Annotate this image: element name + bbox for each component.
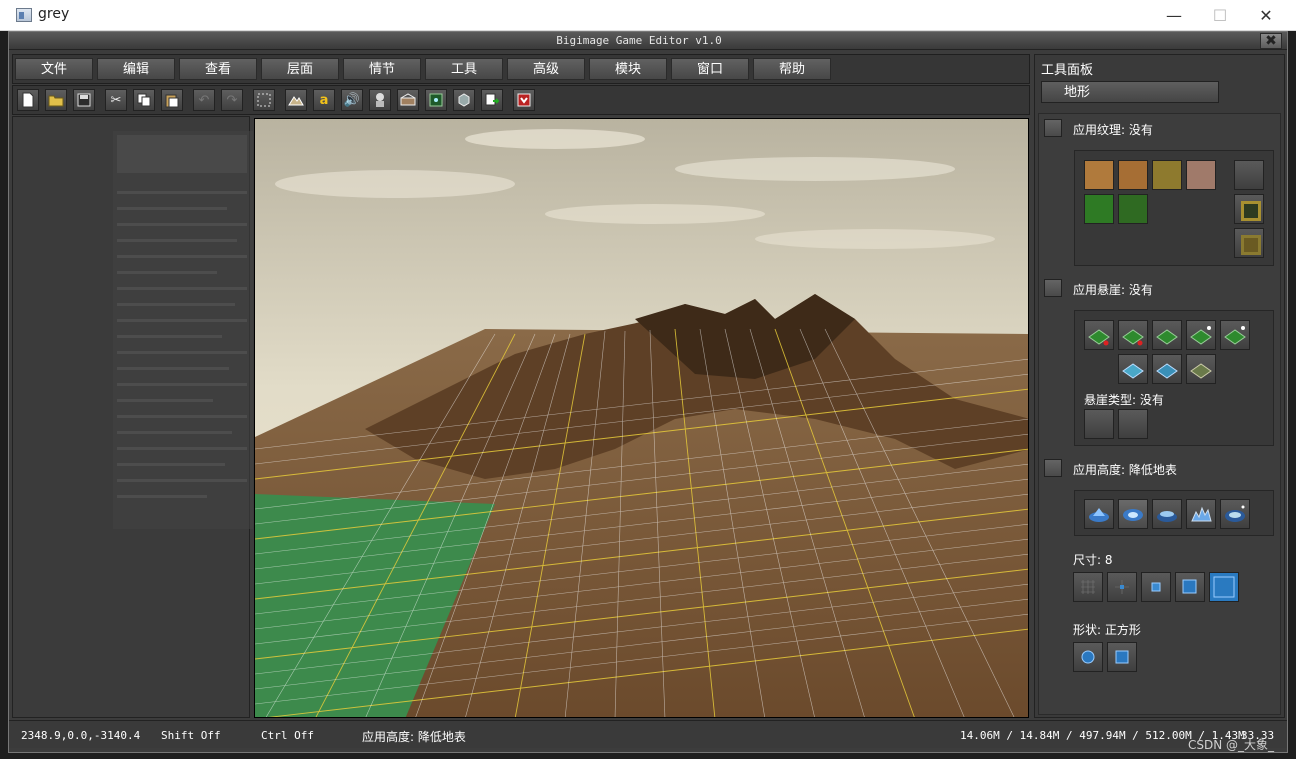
copy-icon[interactable] [133,89,155,111]
toolbar: ✂ ↶ ↷ a 🔊 [12,85,1030,115]
menu-help[interactable]: 帮助 [753,58,831,80]
menu-bar: 文件 编辑 查看 层面 情节 工具 高级 模块 窗口 帮助 [12,54,1030,84]
text-tool-icon[interactable]: a [313,89,335,111]
status-ctrl: Ctrl Off [261,729,314,742]
size-5-icon[interactable] [1209,572,1239,602]
select-region-icon[interactable] [253,89,275,111]
save-icon[interactable] [73,89,95,111]
texture-frame-icon[interactable] [1234,194,1264,224]
tool-panel-title: 工具面板 [1041,63,1094,78]
cliff-add-alt-icon[interactable] [1220,320,1250,350]
menu-story[interactable]: 情节 [343,58,421,80]
cliff-type-slot-2[interactable] [1118,409,1148,439]
window-titlebar: grey — ☐ ✕ [0,0,1296,31]
export-icon[interactable] [481,89,503,111]
window-title: grey [38,6,70,22]
texture-empty-slot[interactable] [1234,160,1264,190]
redo-icon[interactable]: ↷ [221,89,243,111]
cliff-lower-icon[interactable] [1118,320,1148,350]
apply-height-checkbox[interactable] [1044,459,1062,477]
texture-swatch-dirt-1[interactable] [1084,160,1114,190]
editor-titlebar: Bigimage Game Editor v1.0 ✖ [9,32,1287,50]
terrain-options: 应用纹理: 没有 应用悬崖: 没有 悬崖类型: 没有 应用高度: 降低地表 尺寸… [1038,113,1281,715]
height-noise-icon[interactable] [1186,499,1216,529]
sound-icon[interactable]: 🔊 [341,89,363,111]
minimize-button[interactable]: — [1151,0,1197,31]
size-2-icon[interactable] [1107,572,1137,602]
menu-file[interactable]: 文件 [15,58,93,80]
cliff-ramp-icon[interactable] [1186,354,1216,384]
cliff-deep-water-icon[interactable] [1152,354,1182,384]
shape-circle-icon[interactable] [1073,642,1103,672]
shape-square-icon[interactable] [1107,642,1137,672]
texture-frame-alt-icon[interactable] [1234,228,1264,258]
apply-cliff-checkbox[interactable] [1044,279,1062,297]
apply-texture-label: 应用纹理: 没有 [1073,123,1153,137]
texture-palette [1074,150,1274,266]
size-3-icon[interactable] [1141,572,1171,602]
status-bar: 2348.9,0.0,-3140.4 Shift Off Ctrl Off 应用… [9,720,1287,748]
editor-title: Bigimage Game Editor v1.0 [556,34,722,47]
watermark: CSDN @_大象_ [1188,738,1275,752]
map-icon[interactable] [425,89,447,111]
menu-advanced[interactable]: 高级 [507,58,585,80]
character-icon[interactable] [369,89,391,111]
menu-view[interactable]: 查看 [179,58,257,80]
3d-viewport[interactable] [254,118,1029,718]
maximize-button[interactable]: ☐ [1197,0,1243,31]
height-tools [1074,490,1274,536]
cliff-raise-icon[interactable] [1084,320,1114,350]
texture-swatch-grass-2[interactable] [1118,194,1148,224]
height-lower-icon[interactable] [1118,499,1148,529]
cliff-type-label: 悬崖类型: 没有 [1084,393,1164,407]
open-folder-icon[interactable] [45,89,67,111]
app-window-icon [16,8,32,22]
apply-texture-checkbox[interactable] [1044,119,1062,137]
texture-swatch-dry-grass[interactable] [1152,160,1182,190]
height-smooth-icon[interactable] [1220,499,1250,529]
close-scene-icon[interactable] [513,89,535,111]
size-4-icon[interactable] [1175,572,1205,602]
left-panel [12,116,253,718]
apply-height-label: 应用高度: 降低地表 [1073,463,1177,477]
texture-swatch-dirt-2[interactable] [1118,160,1148,190]
menu-window[interactable]: 窗口 [671,58,749,80]
undo-icon[interactable]: ↶ [193,89,215,111]
cliff-add-icon[interactable] [1186,320,1216,350]
brush-size-label: 尺寸: 8 [1073,553,1113,567]
terrain-tool-icon[interactable] [285,89,307,111]
paste-icon[interactable] [161,89,183,111]
tab-terrain[interactable]: 地形 [1041,81,1219,103]
console-overlay [113,131,253,529]
menu-module[interactable]: 模块 [589,58,667,80]
apply-cliff-label: 应用悬崖: 没有 [1073,283,1153,297]
height-raise-icon[interactable] [1084,499,1114,529]
close-window-button[interactable]: ✕ [1243,0,1289,31]
cliff-water-icon[interactable] [1118,354,1148,384]
menu-edit[interactable]: 编辑 [97,58,175,80]
brush-shape-label: 形状: 正方形 [1073,623,1141,637]
cliff-level-icon[interactable] [1152,320,1182,350]
menu-tools[interactable]: 工具 [425,58,503,80]
texture-swatch-grass-1[interactable] [1084,194,1114,224]
new-file-icon[interactable] [17,89,39,111]
object-icon[interactable] [453,89,475,111]
height-plateau-icon[interactable] [1152,499,1182,529]
menu-layer[interactable]: 层面 [261,58,339,80]
cliff-palette: 悬崖类型: 没有 [1074,310,1274,446]
texture-swatch-gravel[interactable] [1186,160,1216,190]
status-coordinates: 2348.9,0.0,-3140.4 [21,729,141,742]
cliff-type-slot-1[interactable] [1084,409,1114,439]
editor-close-button[interactable]: ✖ [1260,33,1282,49]
size-1-icon[interactable] [1073,572,1103,602]
status-shift: Shift Off [161,729,221,742]
cut-icon[interactable]: ✂ [105,89,127,111]
status-action: 应用高度: 降低地表 [362,730,466,744]
editor-frame: Bigimage Game Editor v1.0 ✖ 文件 编辑 查看 层面 … [8,31,1288,753]
tool-panel: 工具面板 地形 应用纹理: 没有 应用悬崖: 没有 悬崖类型: 没有 应用高度:… [1034,54,1285,718]
building-icon[interactable] [397,89,419,111]
